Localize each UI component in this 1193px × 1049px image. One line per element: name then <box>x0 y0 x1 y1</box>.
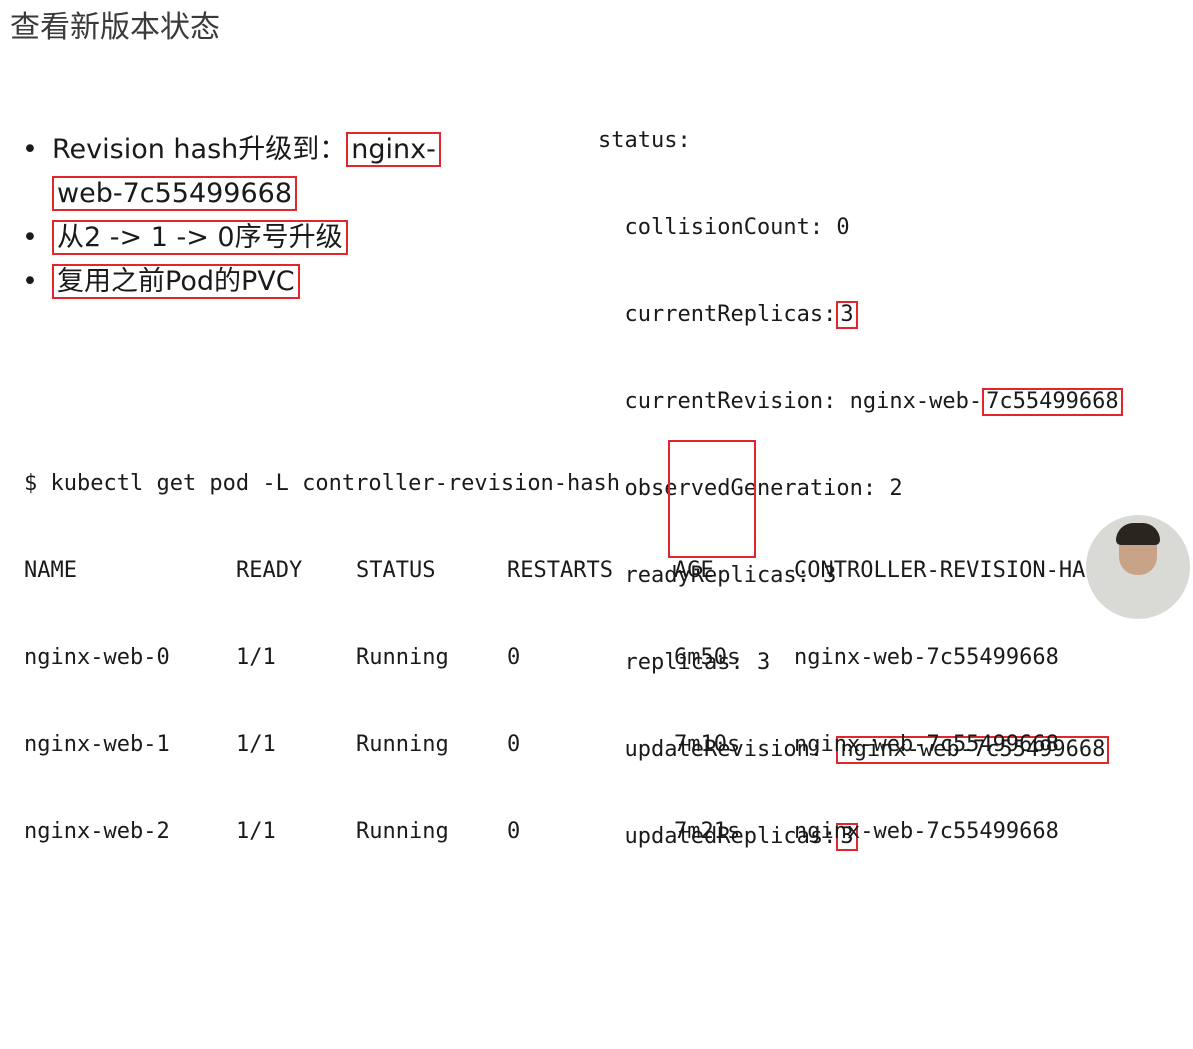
command-line: $ kubectl get pod -L controller-revision… <box>24 471 621 496</box>
pod-status: Running <box>356 732 449 757</box>
table-row: nginx-web-1 1/1 Running 0 7m10s nginx-we… <box>24 730 1059 759</box>
pod-status: Running <box>356 819 449 844</box>
kubectl-output: $ kubectl get pod -L controller-revision… <box>24 411 1112 904</box>
pod-restarts: 0 <box>507 645 521 670</box>
bullet-dot: • <box>22 134 38 165</box>
bullet-dot: • <box>22 266 38 297</box>
page-title: 查看新版本状态 <box>10 10 220 45</box>
age-column-highlight <box>668 440 756 558</box>
bullet-list: • Revision hash升级到： nginx- web-7c55499668 … <box>22 128 441 304</box>
header-name: NAME <box>24 558 77 583</box>
presenter-avatar <box>1086 515 1190 619</box>
presenter-hair <box>1116 523 1160 545</box>
header-restarts: RESTARTS <box>507 558 613 583</box>
pod-hash: nginx-web-7c55499668 <box>794 645 1059 670</box>
table-header: NAME READY STATUS RESTARTS AGE CONTROLLE… <box>24 556 1112 585</box>
pod-restarts: 0 <box>507 819 521 844</box>
header-status: STATUS <box>356 558 436 583</box>
current-replicas-key: currentReplicas: <box>598 302 837 327</box>
header-hash: CONTROLLER-REVISION-HASH <box>794 558 1112 583</box>
revision-hash-highlight-b: web-7c55499668 <box>52 176 298 211</box>
pod-name: nginx-web-0 <box>24 645 170 670</box>
table-row: nginx-web-0 1/1 Running 0 6m50s nginx-we… <box>24 643 1059 672</box>
pod-ready: 1/1 <box>236 819 276 844</box>
current-replicas-value: 3 <box>836 301 858 329</box>
bullet-ordinal-upgrade: • 从2 -> 1 -> 0序号升级 <box>22 216 441 260</box>
pod-ready: 1/1 <box>236 732 276 757</box>
current-revision-value: 7c55499668 <box>982 388 1123 416</box>
pod-restarts: 0 <box>507 732 521 757</box>
reuse-pvc-highlight: 复用之前Pod的PVC <box>52 264 300 299</box>
pod-age: 7m21s <box>674 819 741 844</box>
ordinal-upgrade-highlight: 从2 -> 1 -> 0序号升级 <box>52 220 348 255</box>
pod-age: 7m10s <box>674 732 741 757</box>
bullet-revision-hash: • Revision hash升级到： nginx- <box>22 128 441 172</box>
pod-hash: nginx-web-7c55499668 <box>794 732 1059 757</box>
table-row: nginx-web-2 1/1 Running 0 7m21s nginx-we… <box>24 817 1059 846</box>
status-collision-count: collisionCount: 0 <box>598 215 850 240</box>
bullet-revision-prefix: Revision hash升级到： <box>52 134 347 165</box>
bullet-dot: • <box>22 222 38 253</box>
status-header: status: <box>598 128 691 153</box>
status-current-replicas: currentReplicas: 3 <box>598 300 1123 329</box>
bullet-revision-hash-cont: web-7c55499668 <box>22 172 441 216</box>
pod-name: nginx-web-2 <box>24 819 170 844</box>
pod-ready: 1/1 <box>236 645 276 670</box>
header-ready: READY <box>236 558 303 583</box>
status-current-revision: currentRevision: nginx-web- 7c55499668 <box>598 387 1123 416</box>
pod-name: nginx-web-1 <box>24 732 170 757</box>
current-revision-key: currentRevision: nginx-web- <box>598 389 983 414</box>
header-age: AGE <box>674 558 714 583</box>
pod-age: 6m50s <box>674 645 741 670</box>
bullet-reuse-pvc: • 复用之前Pod的PVC <box>22 260 441 304</box>
revision-hash-highlight-a: nginx- <box>346 132 441 167</box>
pod-hash: nginx-web-7c55499668 <box>794 819 1059 844</box>
pod-status: Running <box>356 645 449 670</box>
